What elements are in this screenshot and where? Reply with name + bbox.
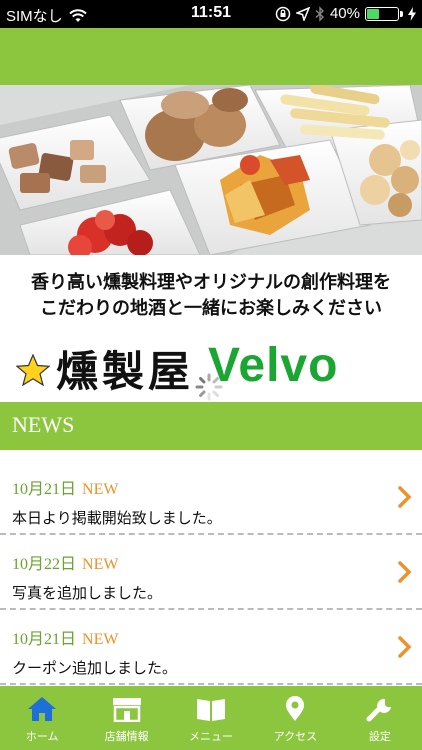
location-arrow-icon [295, 6, 310, 21]
tab-label: アクセス [273, 730, 318, 743]
chevron-right-icon [398, 561, 412, 583]
tab-label: ホーム [25, 730, 59, 743]
news-text: 写真を追加しました。 [12, 584, 163, 602]
battery-cap [400, 10, 403, 17]
charging-bolt-icon [408, 6, 416, 21]
news-text: クーポン追加しました。 [12, 659, 178, 677]
tagline-line2: こだわりの地酒と一緒にお楽しみください [40, 298, 382, 319]
tab-label: 店舗情報 [104, 730, 149, 743]
chevron-right-icon [398, 486, 412, 508]
book-icon [197, 699, 226, 721]
news-list: 10月21日 NEW 本日より掲載開始致しました。 10月22日 NEW 写真を追加… [0, 460, 422, 685]
tab-bar: ホーム 店舗情報 メニュー アクセス 設定 [0, 686, 422, 750]
logo-japanese: 燻製屋 [56, 347, 195, 396]
star-icon [16, 354, 50, 386]
new-badge: NEW [82, 556, 119, 573]
app-header [0, 28, 422, 85]
chevron-right-icon [398, 636, 412, 658]
shop-logo: 燻製屋 Velvo [0, 336, 422, 401]
map-pin-icon [286, 696, 305, 721]
news-date: 10月21日 [12, 631, 77, 648]
status-bar: SIMなし 11:51 40% [0, 0, 422, 28]
hero-image [0, 85, 422, 255]
battery-icon [365, 6, 399, 21]
tagline: 香り高い燻製料理やオリジナルの創作料理を こだわりの地酒と一緒にお楽しみください [0, 262, 422, 332]
news-text: 本日より掲載開始致しました。 [12, 509, 222, 527]
new-badge: NEW [82, 481, 119, 498]
food-platter-illustration [0, 85, 422, 255]
rotation-lock-icon [275, 6, 291, 21]
tab-menu[interactable]: メニュー [169, 686, 253, 750]
logo-english: Velvo [208, 339, 339, 392]
store-icon [112, 698, 141, 722]
news-item[interactable]: 10月22日 NEW 写真を追加しました。 [0, 535, 422, 610]
tab-label: メニュー [189, 730, 234, 743]
tab-settings[interactable]: 設定 [338, 686, 422, 750]
tab-label: 設定 [368, 730, 391, 743]
news-item[interactable]: 10月21日 NEW 本日より掲載開始致しました。 [0, 460, 422, 535]
news-date: 10月22日 [12, 556, 77, 573]
loading-spinner-icon [195, 373, 223, 401]
tab-store-info[interactable]: 店舗情報 [84, 686, 168, 750]
battery-level [367, 8, 379, 19]
news-date: 10月21日 [12, 481, 77, 498]
tab-home[interactable]: ホーム [0, 686, 84, 750]
tab-access[interactable]: アクセス [253, 686, 337, 750]
tagline-line1: 香り高い燻製料理やオリジナルの創作料理を [31, 272, 391, 293]
news-item[interactable]: 10月21日 NEW クーポン追加しました。 [0, 610, 422, 685]
home-icon [28, 697, 57, 721]
news-section-title: NEWS [0, 402, 422, 450]
bluetooth-icon [315, 5, 324, 22]
battery-percent: 40% [329, 5, 360, 22]
new-badge: NEW [82, 631, 119, 648]
wrench-icon [366, 698, 391, 722]
